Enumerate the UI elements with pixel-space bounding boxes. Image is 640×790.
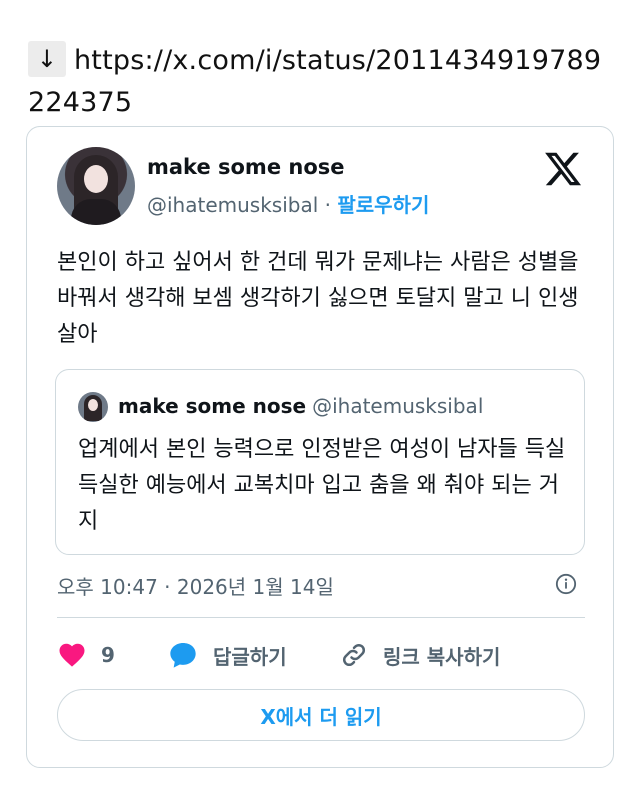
heart-icon: [59, 643, 85, 667]
author-handle-line: @ihatemusksibal · 팔로우하기: [147, 189, 429, 218]
download-arrow-icon: ↓: [28, 41, 66, 77]
info-icon[interactable]: [555, 573, 577, 595]
quote-text: 업계에서 본인 능력으로 인정받은 여성이 남자들 득실득실한 예능에서 교복치…: [78, 437, 566, 534]
like-count: 9: [101, 643, 115, 667]
quote-avatar: [78, 392, 108, 422]
quote-author-name: make some nose: [118, 394, 307, 418]
quote-author: make some nose @ihatemusksibal: [118, 394, 483, 418]
copy-link-label: 링크 복사하기: [383, 644, 501, 669]
tweet-embed-card: make some nose @ihatemusksibal · 팔로우하기 본…: [26, 126, 614, 768]
url-line[interactable]: ↓ https://x.com/i/status/2011434919789224…: [28, 40, 618, 124]
read-more-button[interactable]: X에서 더 읽기: [57, 689, 585, 741]
tweet-text: 본인이 하고 싶어서 한 건데 뭐가 문제냐는 사람은 성별을 바꿔서 생각해 …: [57, 250, 579, 347]
reply-button[interactable]: 답글하기: [167, 637, 287, 673]
status-url[interactable]: https://x.com/i/status/20114349197892243…: [28, 45, 601, 118]
separator-dot: ·: [324, 193, 331, 217]
copy-link-button[interactable]: 링크 복사하기: [339, 637, 500, 673]
divider: [57, 617, 585, 618]
link-icon: [342, 643, 366, 667]
like-button[interactable]: 9: [57, 637, 115, 673]
reply-label: 답글하기: [213, 644, 287, 669]
author-display-name[interactable]: make some nose: [147, 155, 345, 179]
avatar[interactable]: [57, 147, 135, 225]
tweet-timestamp[interactable]: 오후 10:47 · 2026년 1월 14일: [57, 571, 334, 600]
author-handle[interactable]: @ihatemusksibal: [147, 193, 318, 217]
quote-author-handle: @ihatemusksibal: [312, 394, 484, 418]
quoted-tweet[interactable]: make some nose @ihatemusksibal 업계에서 본인 능력…: [55, 369, 585, 555]
follow-link[interactable]: 팔로우하기: [337, 193, 429, 217]
action-bar: 9 답글하기 링크 복사하기: [57, 637, 585, 673]
speech-bubble-icon: [170, 643, 196, 668]
x-logo-icon[interactable]: [543, 149, 583, 189]
